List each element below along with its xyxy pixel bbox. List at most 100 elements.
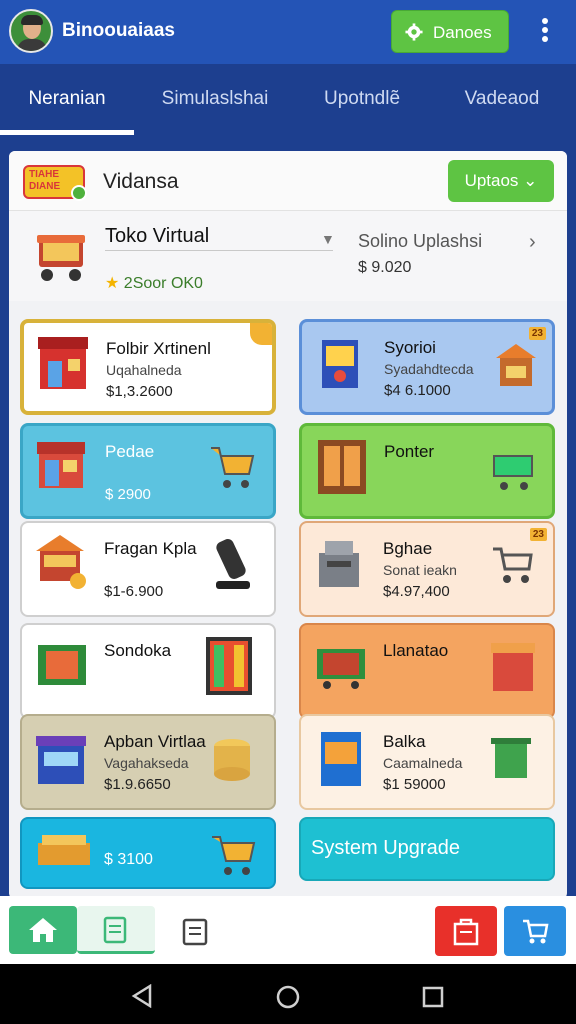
shop-card[interactable]: Syorioi Syadahdtecda $4 6.1000 23: [299, 319, 555, 415]
card-price: $1,3.2600: [106, 383, 173, 400]
card-title: Folbir Xrtinenl: [106, 339, 211, 358]
card-price: $ 3100: [104, 851, 153, 868]
settings-button-label: Danoes: [433, 23, 492, 42]
star-icon: ★: [105, 275, 120, 292]
panel-header: TIAHE DIANE Vidansa Uptaos ⌄: [9, 151, 567, 211]
card-title: Sondoka: [104, 641, 172, 660]
cash-register-icon: [319, 541, 359, 587]
cereal-box-icon: [322, 340, 358, 388]
shop-card[interactable]: Balka Caamalneda $1 59000: [299, 714, 555, 810]
shopping-cart-icon: [493, 547, 533, 583]
chevron-down-icon[interactable]: ▼: [321, 231, 335, 247]
food-stall-icon: [36, 535, 86, 589]
nav-shop[interactable]: [435, 906, 497, 956]
arcade-machine-icon: [206, 637, 252, 695]
back-icon[interactable]: [130, 984, 154, 1008]
card-price: $4 6.1000: [384, 382, 451, 399]
card-subtitle: Caamalneda: [383, 755, 463, 771]
system-upgrade-label: System Upgrade: [311, 837, 460, 859]
level-badge: 23: [529, 528, 547, 541]
card-title: Llanatao: [383, 641, 449, 660]
app-bar: Binoouaiaas Danoes: [0, 0, 576, 64]
home-icon: [29, 918, 57, 942]
storefront-icon: [37, 442, 85, 488]
level-badge: 23: [528, 327, 546, 340]
options-dropdown[interactable]: Uptaos ⌄: [448, 160, 554, 202]
card-price: $1 59000: [383, 776, 446, 793]
card-subtitle: Uqahalneda: [106, 362, 182, 378]
home-circle-icon[interactable]: [275, 984, 301, 1010]
shop-card[interactable]: Apban Virtlaa Vagahakseda $1.9.6650: [20, 714, 276, 810]
mall-building-icon: [36, 736, 86, 784]
trash-bin-icon: [491, 738, 531, 778]
card-title: Pedae: [105, 442, 155, 461]
receipt-icon: [182, 918, 208, 946]
system-upgrade-button[interactable]: System Upgrade: [299, 817, 555, 881]
shop-card[interactable]: Folbir Xrtinenl Uqahalneda $1,3.2600: [20, 319, 276, 415]
nav-receipt[interactable]: [170, 906, 220, 954]
system-nav-bar: [0, 964, 576, 1024]
game-logo: TIAHE DIANE: [23, 165, 87, 201]
shopping-cart-icon: [212, 836, 256, 875]
nav-home[interactable]: [9, 906, 77, 954]
cabinet-icon: [318, 440, 366, 494]
avatar[interactable]: [9, 9, 53, 53]
coin-stack-icon: [214, 739, 250, 781]
card-price: $1-6.900: [104, 583, 164, 600]
tab-neranian[interactable]: Neranian: [0, 64, 134, 136]
corner-badge: [250, 323, 272, 345]
upgrade-label: Solino Uplashsi: [358, 231, 483, 251]
tab-bar: Neranian Simulaslshai Upotndlẽ Vadeaod: [0, 64, 576, 136]
options-dropdown-label: Uptaos: [464, 171, 519, 190]
cart-list-icon: [523, 919, 549, 944]
panel-title: Vidansa: [103, 170, 179, 193]
upgrade-price: $ 9.020: [358, 259, 412, 276]
shop-card[interactable]: Llanatao: [299, 623, 555, 719]
nav-cart-list[interactable]: [504, 906, 566, 956]
store-name: Toko Virtual: [105, 225, 210, 247]
gear-icon: [405, 23, 423, 41]
tab-vadeaod[interactable]: Vadeaod: [440, 64, 564, 136]
settings-button[interactable]: Danoes: [391, 10, 509, 53]
tab-upgrade[interactable]: Upotndlẽ: [296, 64, 428, 136]
shop-card[interactable]: Pedae $ 2900: [20, 423, 276, 519]
card-title: Balka: [383, 732, 426, 751]
card-subtitle: Vagahakseda: [104, 755, 189, 771]
camera-icon: [216, 539, 250, 589]
store-row[interactable]: Toko Virtual ▼ ★ 2Soor OK0 Solino Uplash…: [9, 211, 567, 301]
card-price: $1.9.6650: [104, 776, 171, 793]
ledger-icon: [103, 916, 127, 944]
card-title: Ponter: [384, 442, 435, 461]
chevron-right-icon[interactable]: ›: [529, 231, 536, 254]
divider: [105, 250, 333, 251]
card-title: Bghae: [383, 539, 433, 558]
market-cart-icon: [37, 235, 85, 281]
tab-simulasi[interactable]: Simulaslshai: [142, 64, 288, 136]
recents-icon[interactable]: [422, 986, 444, 1008]
shopping-cart-icon: [493, 455, 533, 490]
cereal-box-icon: [321, 732, 361, 786]
shop-building-icon: [491, 643, 535, 691]
active-tab-indicator: [0, 130, 134, 135]
shop-card[interactable]: Ponter: [299, 423, 555, 519]
shop-card[interactable]: Bghae Sonat ieakn $4.97,400 23: [299, 521, 555, 617]
nav-ledger[interactable]: [77, 906, 155, 954]
market-stall-icon: [496, 344, 536, 386]
shopping-cart-icon: [211, 447, 255, 488]
card-title: Apban Virtlaa: [104, 732, 206, 751]
shop-building-icon: [38, 337, 88, 389]
app-title: Binoouaiaas: [62, 20, 175, 41]
store-rating: ★ 2Soor OK0: [105, 275, 203, 292]
card-subtitle: Sonat ieakn: [383, 562, 457, 578]
shop-icon: [453, 918, 479, 946]
card-subtitle: Syadahdtecda: [384, 361, 474, 377]
dumpster-icon: [317, 649, 365, 689]
shop-card[interactable]: $ 3100: [20, 817, 276, 889]
card-price: $ 2900: [105, 486, 151, 503]
more-options-icon[interactable]: [538, 18, 552, 46]
bottom-nav: [0, 896, 576, 964]
card-title: Syorioi: [384, 338, 436, 357]
shop-card[interactable]: Sondoka: [20, 623, 276, 719]
card-price: $4.97,400: [383, 583, 450, 600]
shop-card[interactable]: Fragan Kpla $1-6.900: [20, 521, 276, 617]
